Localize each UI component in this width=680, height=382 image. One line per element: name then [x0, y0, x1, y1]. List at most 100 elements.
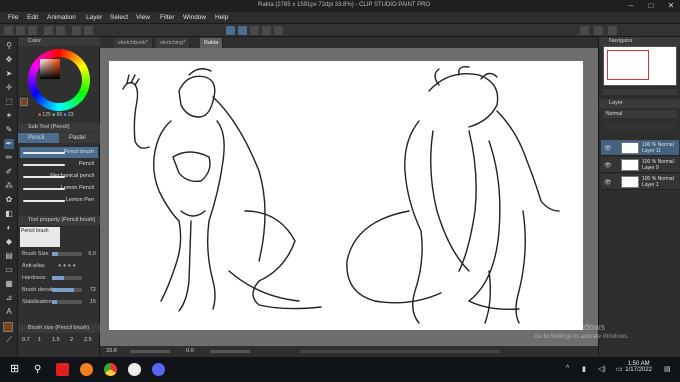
- chrome-icon[interactable]: [104, 363, 117, 376]
- network-icon[interactable]: ▮: [582, 365, 586, 373]
- start-icon[interactable]: ⊞: [10, 363, 23, 376]
- airbrush-tool-icon[interactable]: ⁂: [4, 181, 14, 191]
- new-file-icon[interactable]: [4, 26, 13, 35]
- main-color-swatch[interactable]: [3, 322, 13, 332]
- brush-tool-icon[interactable]: ✐: [4, 167, 14, 177]
- clip-studio-icon[interactable]: [580, 26, 589, 35]
- zoom-slider[interactable]: [130, 350, 170, 353]
- volume-icon[interactable]: ◁): [598, 365, 606, 373]
- tab-sketchbook[interactable]: sketchbook*: [114, 38, 153, 48]
- navigator-viewport[interactable]: [607, 50, 649, 80]
- minimize-button[interactable]: –: [624, 1, 638, 11]
- layer-name[interactable]: Layer 9: [642, 165, 659, 171]
- hardness-row[interactable]: Hardness: [22, 273, 96, 283]
- blend-tool-icon[interactable]: ◐: [4, 223, 14, 233]
- brush-size-row[interactable]: Brush Size 6.0: [22, 249, 96, 259]
- brush-label[interactable]: Lemon Pencil: [61, 185, 94, 191]
- rotation-value[interactable]: 0.0: [186, 348, 194, 354]
- firefox-icon[interactable]: [80, 363, 93, 376]
- transform-icon[interactable]: [84, 26, 93, 35]
- clipstudio-icon[interactable]: [128, 363, 141, 376]
- drawing-canvas[interactable]: [109, 61, 583, 330]
- ruler-snap-icon[interactable]: [250, 26, 259, 35]
- menu-animation[interactable]: Animation: [47, 14, 76, 21]
- eyedropper-tool-icon[interactable]: ✎: [4, 125, 14, 135]
- color-square[interactable]: [40, 59, 60, 79]
- undo-icon[interactable]: [44, 26, 53, 35]
- clock[interactable]: 1:50 AM 1/17/2022: [625, 361, 652, 373]
- layer-row-9[interactable]: 👁 100 % Normal Layer 9: [601, 157, 679, 173]
- move-tool-icon[interactable]: ✥: [4, 55, 14, 65]
- tab-rakta[interactable]: Rakta: [200, 38, 224, 48]
- pen-tool-icon[interactable]: ✒: [4, 139, 14, 149]
- layer-row-1[interactable]: 👁 100 % Normal Layer 1: [601, 174, 679, 190]
- snap-icon[interactable]: [238, 26, 247, 35]
- fill-tool-icon[interactable]: ◆: [4, 237, 14, 247]
- notifications-icon[interactable]: ▤: [664, 365, 671, 373]
- zoom-tool-icon[interactable]: ⚲: [4, 41, 14, 51]
- tab-pencil-label[interactable]: Pencil: [28, 135, 44, 141]
- blend-mode-select[interactable]: Normal: [603, 110, 677, 118]
- layer-row-11[interactable]: 👁 100 % Normal Layer 11: [601, 140, 679, 156]
- size-preset[interactable]: 2: [70, 337, 73, 343]
- size-preset[interactable]: 1: [38, 337, 41, 343]
- brush-item-lemon-pen[interactable]: Lemon Pen: [20, 195, 98, 206]
- size-preset[interactable]: 0.7: [22, 337, 30, 343]
- gradient-tool-icon[interactable]: ▤: [4, 251, 14, 261]
- tray-chevron-icon[interactable]: ^: [566, 365, 569, 372]
- tab-pastel[interactable]: Pastel: [59, 133, 100, 143]
- menu-edit[interactable]: Edit: [27, 14, 38, 21]
- anti-alias-row[interactable]: Anti-alias ● ● ● ●: [22, 261, 96, 271]
- pen-pressure-icon[interactable]: [226, 26, 235, 35]
- menu-help[interactable]: Help: [215, 14, 228, 21]
- rotation-slider[interactable]: [210, 350, 250, 353]
- brush-label[interactable]: Lemon Pen: [66, 197, 94, 203]
- tab-pastel-label[interactable]: Pastel: [69, 135, 86, 141]
- hardness-slider[interactable]: [52, 276, 82, 280]
- tab-sketching[interactable]: sketching*: [156, 38, 191, 48]
- size-preset[interactable]: 1.5: [52, 337, 60, 343]
- close-button[interactable]: ✕: [664, 1, 678, 11]
- eraser-tool-icon[interactable]: ◧: [4, 209, 14, 219]
- language-icon[interactable]: ▭: [616, 365, 623, 373]
- menu-window[interactable]: Window: [183, 14, 206, 21]
- brush-item-mechanical-pencil[interactable]: Mechanical pencil: [20, 171, 98, 182]
- discord-icon[interactable]: [152, 363, 165, 376]
- text-tool-icon[interactable]: A: [4, 307, 14, 317]
- brush-label[interactable]: Pencil: [79, 161, 94, 167]
- correct-line-tool-icon[interactable]: ⟋: [4, 335, 14, 345]
- horizontal-scrollbar[interactable]: [300, 350, 500, 353]
- size-preset[interactable]: 2.5: [84, 337, 92, 343]
- color-tab-label[interactable]: Color: [28, 38, 41, 44]
- brush-size-slider[interactable]: [52, 252, 82, 256]
- stabilization-row[interactable]: Stabilization 15: [22, 297, 96, 307]
- zoom-value[interactable]: 33.8: [106, 348, 117, 354]
- settings-icon[interactable]: [274, 26, 283, 35]
- brush-item-pencil-brush[interactable]: Pencil brush: [20, 147, 98, 158]
- blend-mode-value[interactable]: Normal: [606, 111, 622, 117]
- brush-density-row[interactable]: Brush density 72: [22, 285, 96, 295]
- search-icon[interactable]: ⚲: [34, 363, 47, 376]
- tab-pencil[interactable]: Pencil: [18, 133, 59, 143]
- anti-alias-options[interactable]: ● ● ● ●: [58, 261, 76, 271]
- navigator-thumbnail[interactable]: [603, 46, 677, 86]
- save-icon[interactable]: [28, 26, 37, 35]
- brush-item-pencil[interactable]: Pencil: [20, 159, 98, 170]
- brush-item-lemon-pencil[interactable]: Lemon Pencil: [20, 183, 98, 194]
- brush-density-value[interactable]: 72: [90, 285, 96, 295]
- pencil-tool-icon[interactable]: ✏: [4, 153, 14, 163]
- layer-name[interactable]: Layer 1: [642, 182, 659, 188]
- brush-size-value[interactable]: 6.0: [88, 249, 96, 259]
- navigator-zoom-slider[interactable]: [603, 89, 677, 95]
- current-color-swatch[interactable]: [20, 98, 28, 106]
- eye-icon[interactable]: 👁: [604, 145, 612, 152]
- maximize-button[interactable]: □: [644, 1, 658, 11]
- stabilization-value[interactable]: 15: [90, 297, 96, 307]
- frame-tool-icon[interactable]: ▦: [4, 279, 14, 289]
- menu-file[interactable]: File: [8, 14, 18, 21]
- menu-layer[interactable]: Layer: [86, 14, 102, 21]
- menu-filter[interactable]: Filter: [160, 14, 174, 21]
- menu-view[interactable]: View: [136, 14, 150, 21]
- layer-move-tool-icon[interactable]: ✛: [4, 83, 14, 93]
- assets-icon[interactable]: [594, 26, 603, 35]
